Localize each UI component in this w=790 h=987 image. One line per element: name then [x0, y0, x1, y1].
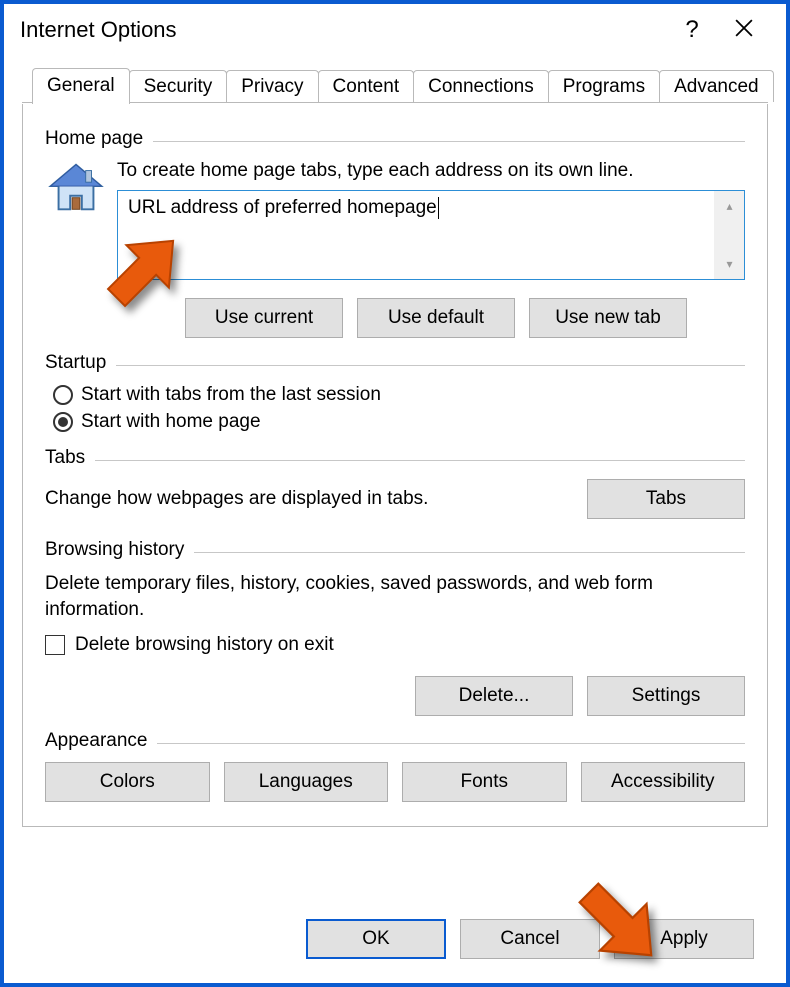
- fonts-button[interactable]: Fonts: [402, 762, 567, 802]
- use-current-button[interactable]: Use current: [185, 298, 343, 338]
- history-settings-button[interactable]: Settings: [587, 676, 745, 716]
- use-default-button[interactable]: Use default: [357, 298, 515, 338]
- titlebar: Internet Options ?: [4, 4, 786, 56]
- scroll-down-icon[interactable]: ▾: [726, 257, 732, 271]
- ok-button[interactable]: OK: [306, 919, 446, 959]
- group-appearance: Appearance Colors Languages Fonts Access…: [45, 730, 745, 802]
- dialog-frame: Internet Options ? General Security Priv…: [0, 0, 790, 987]
- tab-connections[interactable]: Connections: [413, 70, 549, 102]
- group-tabs: Tabs Change how webpages are displayed i…: [45, 447, 745, 519]
- accessibility-button[interactable]: Accessibility: [581, 762, 746, 802]
- tab-privacy[interactable]: Privacy: [226, 70, 318, 102]
- startup-group-label: Startup: [45, 352, 116, 374]
- tab-security[interactable]: Security: [129, 70, 228, 102]
- delete-on-exit-checkbox[interactable]: Delete browsing history on exit: [45, 634, 745, 656]
- tab-content[interactable]: Content: [318, 70, 415, 102]
- colors-button[interactable]: Colors: [45, 762, 210, 802]
- tab-advanced[interactable]: Advanced: [659, 70, 774, 102]
- appearance-group-label: Appearance: [45, 730, 157, 752]
- close-icon[interactable]: [718, 16, 770, 44]
- tabs-group-label: Tabs: [45, 447, 95, 469]
- homepage-group-label: Home page: [45, 128, 153, 150]
- help-icon[interactable]: ?: [666, 16, 718, 44]
- tab-programs[interactable]: Programs: [548, 70, 660, 102]
- tabs-button[interactable]: Tabs: [587, 479, 745, 519]
- group-startup: Startup Start with tabs from the last se…: [45, 352, 745, 433]
- scroll-up-icon[interactable]: ▴: [726, 199, 732, 213]
- delete-button[interactable]: Delete...: [415, 676, 573, 716]
- group-browsing-history: Browsing history Delete temporary files,…: [45, 539, 745, 716]
- radio-home-page-label: Start with home page: [81, 411, 261, 433]
- dialog-footer: OK Cancel Apply: [306, 919, 754, 959]
- radio-last-session[interactable]: Start with tabs from the last session: [53, 384, 745, 406]
- home-icon: [45, 160, 117, 338]
- history-description: Delete temporary files, history, cookies…: [45, 571, 745, 622]
- cancel-button[interactable]: Cancel: [460, 919, 600, 959]
- homepage-scrollbar[interactable]: ▴ ▾: [714, 191, 744, 279]
- tabs-description: Change how webpages are displayed in tab…: [45, 488, 567, 510]
- tabstrip: General Security Privacy Content Connect…: [22, 68, 768, 827]
- history-group-label: Browsing history: [45, 539, 194, 561]
- homepage-url-input[interactable]: URL address of preferred homepage ▴ ▾: [117, 190, 745, 280]
- group-home-page: Home page To create home page tabs, type: [45, 128, 745, 338]
- homepage-url-value: URL address of preferred homepage: [128, 197, 437, 218]
- radio-home-page[interactable]: Start with home page: [53, 411, 745, 433]
- languages-button[interactable]: Languages: [224, 762, 389, 802]
- radio-last-session-label: Start with tabs from the last session: [81, 384, 381, 406]
- delete-on-exit-label: Delete browsing history on exit: [75, 634, 334, 656]
- homepage-instruction: To create home page tabs, type each addr…: [117, 160, 745, 182]
- tab-general[interactable]: General: [32, 68, 130, 104]
- use-new-tab-button[interactable]: Use new tab: [529, 298, 687, 338]
- panel-general: Home page To create home page tabs, type: [22, 104, 768, 827]
- apply-button[interactable]: Apply: [614, 919, 754, 959]
- dialog-title: Internet Options: [20, 17, 666, 43]
